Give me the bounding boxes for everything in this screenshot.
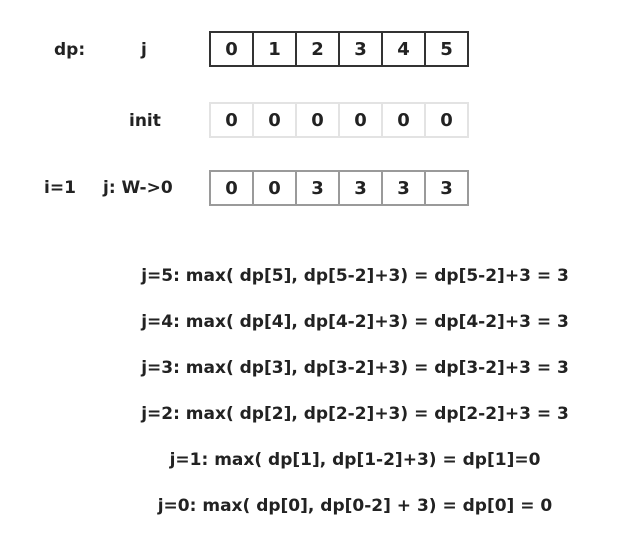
iteration-label: i=1 — [44, 178, 76, 198]
index-cell: 1 — [252, 31, 297, 67]
dp-label: dp: — [54, 40, 86, 60]
index-cell: 5 — [424, 31, 469, 67]
init-row: 0 0 0 0 0 0 — [209, 102, 469, 138]
index-cell: 0 — [209, 31, 254, 67]
step-cell: 3 — [295, 170, 340, 206]
equation-j4: j=4: max( dp[4], dp[4-2]+3) = dp[4-2]+3 … — [141, 312, 569, 332]
init-cell: 0 — [252, 102, 297, 138]
equation-j0: j=0: max( dp[0], dp[0-2] + 3) = dp[0] = … — [157, 496, 553, 516]
j-label: j — [141, 40, 147, 60]
equation-j5: j=5: max( dp[5], dp[5-2]+3) = dp[5-2]+3 … — [141, 266, 569, 286]
dp-index-row: 0 1 2 3 4 5 — [209, 31, 469, 67]
step-cell: 0 — [252, 170, 297, 206]
init-cell: 0 — [209, 102, 254, 138]
index-cell: 2 — [295, 31, 340, 67]
step-row: 0 0 3 3 3 3 — [209, 170, 469, 206]
init-cell: 0 — [338, 102, 383, 138]
index-cell: 3 — [338, 31, 383, 67]
init-cell: 0 — [295, 102, 340, 138]
init-cell: 0 — [381, 102, 426, 138]
step-cell: 3 — [424, 170, 469, 206]
init-label: init — [129, 111, 161, 131]
step-cell: 3 — [338, 170, 383, 206]
index-cell: 4 — [381, 31, 426, 67]
equation-j3: j=3: max( dp[3], dp[3-2]+3) = dp[3-2]+3 … — [141, 358, 569, 378]
step-cell: 3 — [381, 170, 426, 206]
step-cell: 0 — [209, 170, 254, 206]
equation-j2: j=2: max( dp[2], dp[2-2]+3) = dp[2-2]+3 … — [141, 404, 569, 424]
init-cell: 0 — [424, 102, 469, 138]
j-direction-label: j: W->0 — [103, 178, 173, 198]
equation-j1: j=1: max( dp[1], dp[1-2]+3) = dp[1]=0 — [169, 450, 541, 470]
